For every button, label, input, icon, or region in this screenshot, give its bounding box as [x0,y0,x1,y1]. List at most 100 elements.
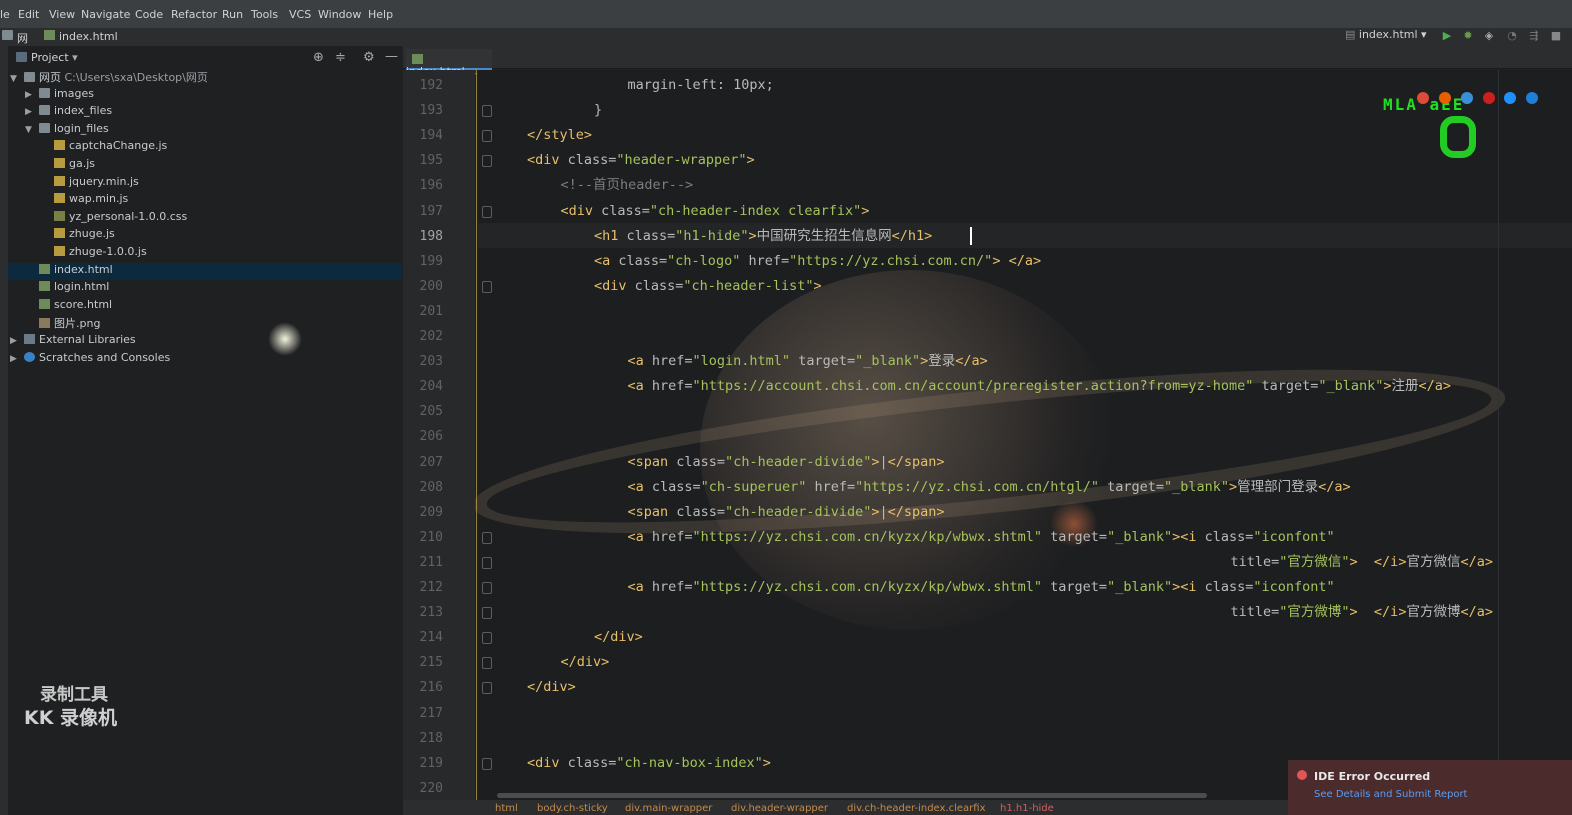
code-line[interactable]: </div> [561,650,610,675]
build-icon[interactable]: ⇶ [1527,29,1541,43]
code-line[interactable]: <div class="ch-header-index clearfix"> [561,199,870,224]
code-line[interactable]: <a href="https://yz.chsi.com.cn/kyzx/kp/… [628,525,1335,550]
breadcrumb-item[interactable]: h1.h1-hide [1000,803,1054,814]
fold-marker-icon[interactable] [482,757,492,770]
breadcrumb-item[interactable]: div.header-wrapper [731,803,828,814]
tree-item[interactable]: ▶ External Libraries [8,333,402,350]
fold-marker-icon[interactable] [482,105,492,118]
menu-run[interactable]: Run [222,8,243,21]
collapse-arrow-icon[interactable]: ▶ [10,336,20,346]
code-line[interactable]: <div class="header-wrapper"> [527,148,755,173]
fold-marker-icon[interactable] [482,155,492,168]
fold-marker-icon[interactable] [482,682,492,695]
menu-window[interactable]: Window [318,8,361,21]
breadcrumb-item[interactable]: body.ch-sticky [537,803,608,814]
fold-marker-icon[interactable] [482,556,492,569]
code-line[interactable]: <div class="ch-nav-box-index"> [527,751,771,776]
code-line[interactable]: title="官方微信"> </i>官方微信</a> [1231,550,1493,575]
fold-marker-icon[interactable] [482,130,492,143]
fold-marker-icon[interactable] [482,280,492,293]
tab-index-html[interactable]: index.html× [406,49,492,78]
breadcrumb-item[interactable]: div.main-wrapper [625,803,712,814]
menu-refactor[interactable]: Refactor [171,8,217,21]
collapse-arrow-icon[interactable]: ▶ [25,107,35,117]
expand-arrow-icon[interactable]: ▼ [10,74,20,84]
code-line[interactable]: <!--首页header--> [561,173,694,198]
tree-item[interactable]: ▶ index_files [8,104,402,121]
expand-arrow-icon[interactable]: ▼ [25,125,35,135]
code-line[interactable]: <a class="ch-superuer" href="https://yz.… [628,475,1351,500]
coverage-icon[interactable]: ◈ [1482,29,1496,43]
project-view-selector[interactable]: Project ▾ [16,51,78,64]
fold-marker-icon[interactable] [482,582,492,594]
run-configuration-selector[interactable]: ▤ index.html ▾ [1345,28,1437,44]
tree-item[interactable]: zhuge-1.0.0.js [8,245,402,262]
tree-item[interactable]: wap.min.js [8,192,402,209]
menu-navigate[interactable]: Navigate [81,8,130,21]
code-line[interactable]: } [594,98,602,123]
tree-item[interactable]: login.html [8,280,402,297]
code-line[interactable]: <a href="login.html" target="_blank">登录<… [628,349,988,374]
menu-view[interactable]: View [49,8,75,21]
code-line[interactable]: </div> [594,625,643,650]
collapse-arrow-icon[interactable]: ▶ [10,354,20,364]
tree-item[interactable]: ▼ login_files [8,122,402,139]
nav-file[interactable]: index.html [44,29,118,43]
code-line[interactable]: <a href="https://account.chsi.com.cn/acc… [628,374,1452,399]
menu-edit[interactable]: Edit [18,8,39,21]
fold-marker-icon[interactable] [482,205,492,218]
menu-vcs[interactable]: VCS [289,8,311,21]
code-line[interactable]: <h1 class="h1-hide">中国研究生招生信息网</h1> [594,224,932,249]
tree-item[interactable]: yz_personal-1.0.0.css [8,210,402,227]
code-line[interactable]: </div> [527,675,576,700]
safari-icon[interactable] [1461,92,1473,104]
locate-icon[interactable]: ⊕ [313,50,324,65]
menu-tools[interactable]: Tools [251,8,278,21]
debug-icon[interactable]: ✹ [1461,29,1475,43]
menu-help[interactable]: Help [368,8,393,21]
run-icon[interactable]: ▶ [1440,29,1454,43]
tree-item[interactable]: index.html [8,262,402,280]
nav-root-folder[interactable]: 网页 [2,29,28,61]
horizontal-scrollbar[interactable] [497,793,1207,798]
collapse-arrow-icon[interactable]: ▶ [25,90,35,100]
fold-marker-icon[interactable] [482,531,492,544]
tree-item[interactable]: ▼ 网页 C:\Users\sxa\Desktop\网页 [8,69,402,86]
code-line[interactable]: margin-left: 10px; [628,73,774,98]
fold-marker-icon[interactable] [482,657,492,670]
opera-icon[interactable] [1483,92,1495,104]
tree-item[interactable]: zhuge.js [8,227,402,244]
tree-item[interactable]: jquery.min.js [8,175,402,192]
tree-item[interactable]: ▶ Scratches and Consoles [8,351,402,368]
code-line[interactable]: </style> [527,123,592,148]
collapse-all-icon[interactable]: ≑ [335,50,346,65]
chrome-icon[interactable] [1417,92,1429,104]
hide-panel-icon[interactable]: — [385,49,398,64]
gear-icon[interactable]: ⚙ [363,50,375,65]
line-number: 206 [419,429,443,445]
code-line[interactable]: <span class="ch-header-divide">|</span> [628,450,945,475]
tree-item[interactable]: captchaChange.js [8,139,402,156]
code-line[interactable]: <div class="ch-header-list"> [594,274,822,299]
stop-icon[interactable]: ■ [1549,29,1563,43]
firefox-icon[interactable] [1439,92,1451,104]
code-line[interactable]: <a href="https://yz.chsi.com.cn/kyzx/kp/… [628,575,1335,600]
code-line[interactable]: <span class="ch-header-divide">|</span> [628,500,945,525]
fold-marker-icon[interactable] [482,632,492,645]
menu-code[interactable]: Code [135,8,163,21]
ide-error-notification[interactable]: IDE Error Occurred See Details and Submi… [1288,760,1572,815]
fold-marker-icon[interactable] [482,607,492,620]
edge-icon[interactable] [1526,92,1538,104]
tree-item[interactable]: ga.js [8,157,402,174]
profile-icon[interactable]: ◔ [1505,29,1519,43]
tree-item[interactable]: ▶ images [8,87,402,104]
submit-report-link[interactable]: See Details and Submit Report [1314,789,1467,800]
code-line[interactable]: title="官方微博"> </i>官方微博</a> [1231,600,1493,625]
tree-item[interactable]: score.html [8,298,402,315]
code-line[interactable]: <a class="ch-logo" href="https://yz.chsi… [594,249,1041,274]
menu-file[interactable]: le [0,8,10,21]
breadcrumb-item[interactable]: div.ch-header-index.clearfix [847,803,986,814]
ie-icon[interactable] [1504,92,1516,104]
breadcrumb-item[interactable]: html [495,803,518,814]
tree-item[interactable]: 图片.png [8,315,402,332]
